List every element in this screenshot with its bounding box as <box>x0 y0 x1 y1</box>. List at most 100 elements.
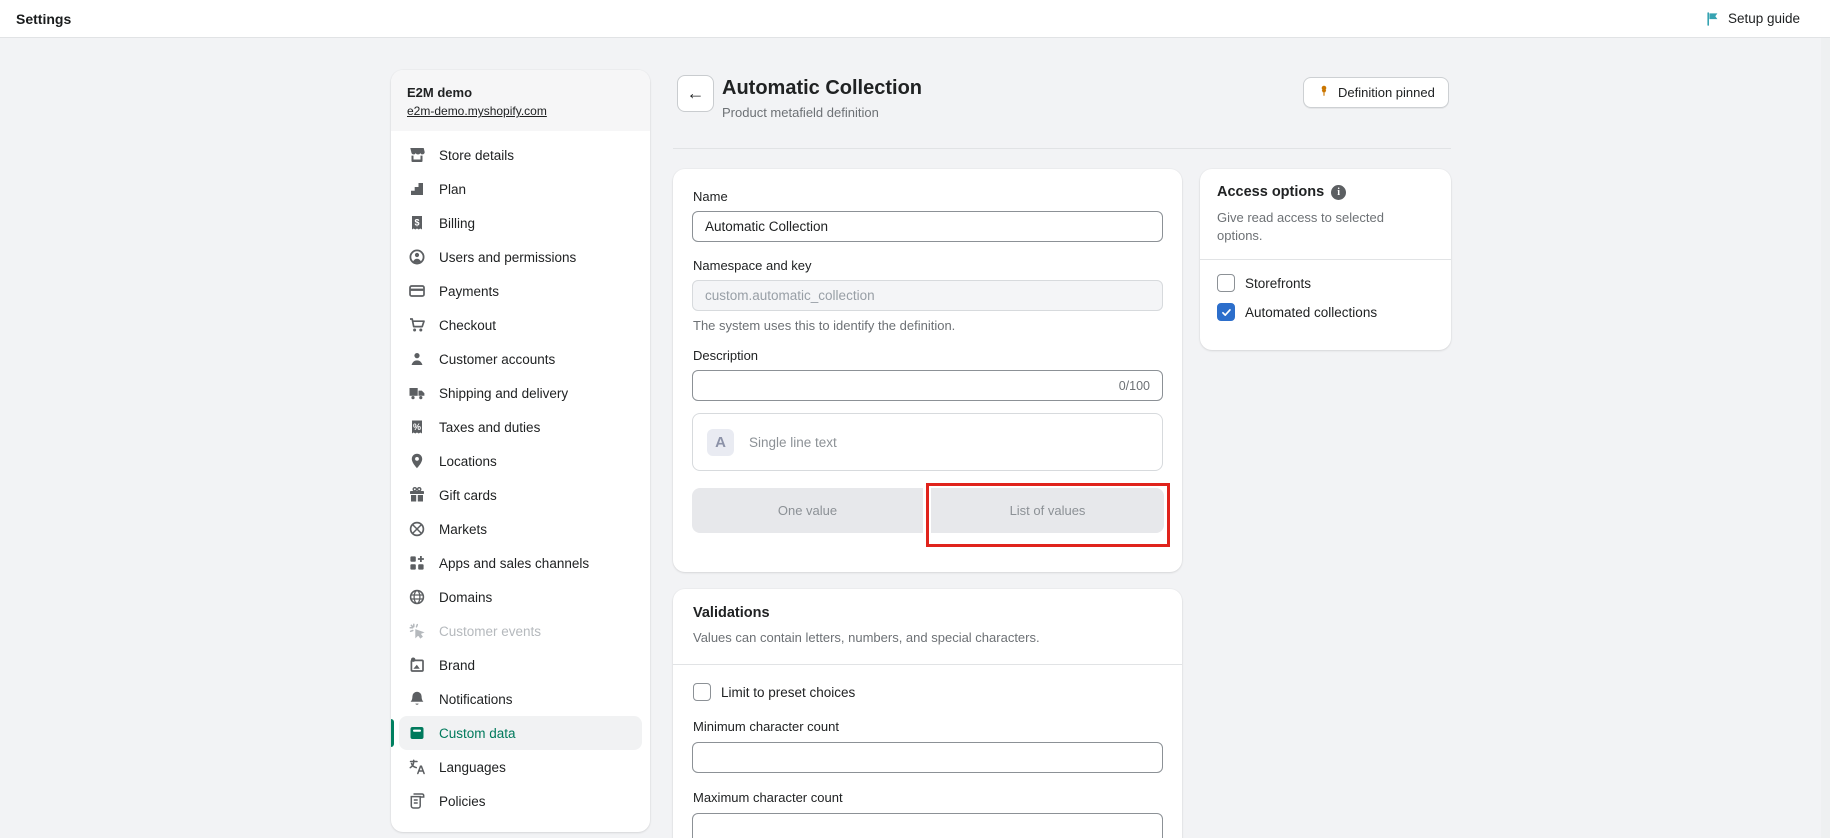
shipping-icon <box>407 383 427 403</box>
custom-data-icon <box>407 723 427 743</box>
sidebar-item-label: Shipping and delivery <box>439 386 568 401</box>
sidebar-item-policies[interactable]: Policies <box>399 784 642 818</box>
single-line-text-icon: A <box>707 429 734 456</box>
namespace-input: custom.automatic_collection <box>692 280 1163 311</box>
sidebar-item-domains[interactable]: Domains <box>399 580 642 614</box>
back-button[interactable]: ← <box>677 75 714 112</box>
list-of-values-button[interactable]: List of values <box>931 488 1164 533</box>
definition-pinned-label: Definition pinned <box>1338 85 1435 100</box>
sidebar-item-locations[interactable]: Locations <box>399 444 642 478</box>
selected-indicator-bar <box>391 719 394 747</box>
name-input[interactable]: Automatic Collection <box>692 211 1163 242</box>
sidebar-item-users-permissions[interactable]: Users and permissions <box>399 240 642 274</box>
domains-icon <box>407 587 427 607</box>
validations-title: Validations <box>693 605 770 621</box>
page-title: Automatic Collection <box>722 77 922 100</box>
validations-subtitle: Values can contain letters, numbers, and… <box>693 630 1040 645</box>
sidebar-item-notifications[interactable]: Notifications <box>399 682 642 716</box>
users-icon <box>407 247 427 267</box>
min-character-count-label: Minimum character count <box>693 719 839 734</box>
sidebar-item-label: Locations <box>439 454 497 469</box>
policies-icon <box>407 791 427 811</box>
gift-cards-icon <box>407 485 427 505</box>
setup-guide-button[interactable]: Setup guide <box>1705 11 1800 27</box>
storefronts-checkbox[interactable] <box>1217 274 1235 292</box>
definition-pinned-button[interactable]: Definition pinned <box>1303 77 1449 108</box>
notifications-icon <box>407 689 427 709</box>
sidebar-item-label: Notifications <box>439 692 513 707</box>
sidebar-item-label: Policies <box>439 794 486 809</box>
markets-icon <box>407 519 427 539</box>
limit-preset-choices-checkbox[interactable] <box>693 683 711 701</box>
access-options-divider <box>1200 259 1451 260</box>
setup-guide-label: Setup guide <box>1728 11 1800 26</box>
svg-text:$: $ <box>414 218 419 228</box>
storefronts-checkbox-row[interactable]: Storefronts <box>1217 274 1311 292</box>
limit-preset-choices-checkbox-row[interactable]: Limit to preset choices <box>693 683 855 701</box>
sidebar-item-label: Users and permissions <box>439 250 576 265</box>
sidebar-item-label: Store details <box>439 148 514 163</box>
sidebar-item-label: Taxes and duties <box>439 420 540 435</box>
sidebar-item-label: Plan <box>439 182 466 197</box>
description-char-counter: 0/100 <box>1119 379 1150 393</box>
sidebar-item-plan[interactable]: Plan <box>399 172 642 206</box>
sidebar-items: Store details Plan $ Billing Users and p… <box>391 131 650 825</box>
automated-collections-checkbox[interactable] <box>1217 303 1235 321</box>
sidebar-item-label: Checkout <box>439 318 496 333</box>
name-label: Name <box>693 189 728 204</box>
content-type-row: A Single line text <box>692 413 1163 471</box>
max-character-count-input[interactable] <box>692 813 1163 838</box>
apps-icon <box>407 553 427 573</box>
page-scrollbar[interactable] <box>1821 38 1830 838</box>
store-name: E2M demo <box>407 85 634 100</box>
content-type-name: Single line text <box>749 435 837 450</box>
sidebar-item-label: Domains <box>439 590 492 605</box>
definition-form-card: Name Automatic Collection Namespace and … <box>673 169 1182 572</box>
sidebar-item-customer-events: Customer events <box>399 614 642 648</box>
sidebar-item-label: Brand <box>439 658 475 673</box>
sidebar-item-languages[interactable]: Languages <box>399 750 642 784</box>
plan-icon <box>407 179 427 199</box>
sidebar-item-shipping-delivery[interactable]: Shipping and delivery <box>399 376 642 410</box>
sidebar-item-taxes-duties[interactable]: % Taxes and duties <box>399 410 642 444</box>
one-value-button[interactable]: One value <box>692 488 923 533</box>
description-input[interactable]: 0/100 <box>692 370 1163 401</box>
name-input-value: Automatic Collection <box>705 219 828 234</box>
top-bar: Settings Setup guide <box>0 0 1830 38</box>
page-subtitle: Product metafield definition <box>722 105 879 120</box>
pin-icon <box>1317 84 1331 101</box>
sidebar-item-payments[interactable]: Payments <box>399 274 642 308</box>
customer-events-icon <box>407 621 427 641</box>
automated-collections-checkbox-row[interactable]: Automated collections <box>1217 303 1377 321</box>
validations-divider <box>673 664 1182 665</box>
sidebar-item-label: Customer events <box>439 624 541 639</box>
sidebar-item-markets[interactable]: Markets <box>399 512 642 546</box>
sidebar-item-custom-data[interactable]: Custom data <box>399 716 642 750</box>
description-label: Description <box>693 348 758 363</box>
sidebar-item-customer-accounts[interactable]: Customer accounts <box>399 342 642 376</box>
customer-accounts-icon <box>407 349 427 369</box>
sidebar-item-label: Markets <box>439 522 487 537</box>
sidebar-item-billing[interactable]: $ Billing <box>399 206 642 240</box>
sidebar-item-brand[interactable]: Brand <box>399 648 642 682</box>
sidebar-item-label: Languages <box>439 760 506 775</box>
sidebar-item-apps-sales-channels[interactable]: Apps and sales channels <box>399 546 642 580</box>
sidebar-item-label: Payments <box>439 284 499 299</box>
automated-collections-label: Automated collections <box>1245 305 1377 320</box>
brand-icon <box>407 655 427 675</box>
sidebar-item-gift-cards[interactable]: Gift cards <box>399 478 642 512</box>
sidebar-item-label: Apps and sales channels <box>439 556 589 571</box>
access-options-description: Give read access to selected options. <box>1217 209 1417 245</box>
storefronts-label: Storefronts <box>1245 276 1311 291</box>
sidebar-item-checkout[interactable]: Checkout <box>399 308 642 342</box>
max-character-count-label: Maximum character count <box>693 790 843 805</box>
access-options-title-text: Access options <box>1217 184 1324 200</box>
checkout-icon <box>407 315 427 335</box>
sidebar-item-label: Customer accounts <box>439 352 555 367</box>
sidebar-item-store-details[interactable]: Store details <box>399 138 642 172</box>
min-character-count-input[interactable] <box>692 742 1163 773</box>
info-icon[interactable]: i <box>1331 185 1346 200</box>
store-domain-link[interactable]: e2m-demo.myshopify.com <box>407 104 547 118</box>
sidebar-item-label: Billing <box>439 216 475 231</box>
flag-icon <box>1705 11 1721 27</box>
